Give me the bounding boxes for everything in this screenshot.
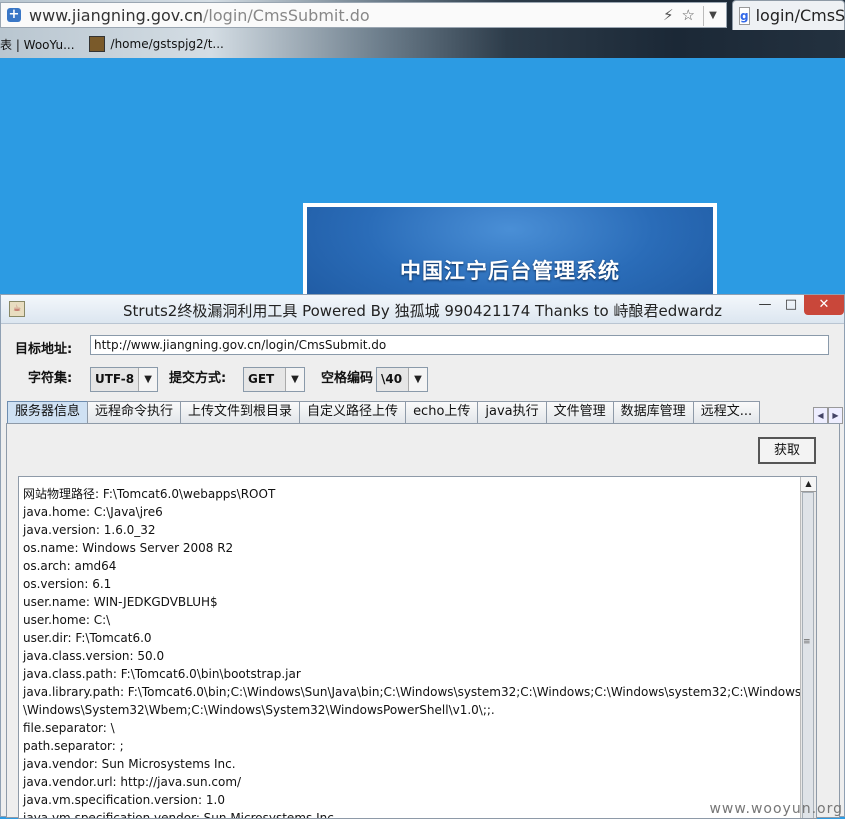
output-line: path.separator: ; [23,739,124,753]
window-title: Struts2终极漏洞利用工具 Powered By 独孤城 990421174… [123,302,722,320]
method-select[interactable]: GET ▼ [243,367,305,392]
browser-tab[interactable]: g login/CmsSubmi [732,0,845,30]
method-label: 提交方式: [169,371,227,386]
output-line: os.version: 6.1 [23,577,112,591]
tab-server-info[interactable]: 服务器信息 [7,401,89,423]
dropdown-icon[interactable]: ▼ [703,6,722,26]
folder-icon [88,36,105,52]
star-icon[interactable]: ☆ [682,6,695,26]
output-line: os.name: Windows Server 2008 R2 [23,541,234,555]
output-line: os.arch: amd64 [23,559,117,573]
output-line: java.vm.specification.vendor: Sun Micros… [23,811,338,819]
vertical-scrollbar[interactable]: ▲ ≡ [800,477,816,818]
close-button[interactable]: ✕ [804,295,844,315]
output-line: user.home: C:\ [23,613,111,627]
minimize-button[interactable]: — [752,295,778,315]
charset-label: 字符集: [28,371,73,386]
tab-echo-upload[interactable]: echo上传 [405,401,479,423]
maximize-button[interactable]: □ [778,295,804,315]
chevron-down-icon[interactable]: ▼ [409,368,427,391]
space-encoding-select[interactable]: \40 ▼ [376,367,428,392]
bookmark-item[interactable]: 列表 | WooYu... [0,36,75,53]
target-url-input[interactable]: http://www.jiangning.gov.cn/login/CmsSub… [90,335,829,355]
tab-scroll-left-icon[interactable]: ◀ [813,407,828,424]
address-bar[interactable]: + www.jiangning.gov.cn/login/CmsSubmit.d… [0,2,727,28]
output-line: 网站物理路径: F:\Tomcat6.0\webapps\ROOT [23,487,276,501]
tab-bar: 服务器信息 远程命令执行 上传文件到根目录 自定义路径上传 echo上传 jav… [7,401,761,423]
tab-remote-file[interactable]: 远程文... [692,401,761,423]
tab-custom-upload[interactable]: 自定义路径上传 [299,401,407,423]
bookmarks-bar: 列表 | WooYu... /home/gstspjg2/t... [0,32,845,56]
tab-upload-root[interactable]: 上传文件到根目录 [180,401,301,423]
output-line: java.vm.specification.version: 1.0 [23,793,225,807]
add-icon[interactable]: + [7,8,21,22]
target-label: 目标地址: [15,342,73,357]
output-line: user.name: WIN-JEDKGDVBLUH$ [23,595,218,609]
output-textarea[interactable]: 网站物理路径: F:\Tomcat6.0\webapps\ROOT java.ho… [18,476,817,819]
chevron-down-icon[interactable]: ▼ [139,368,158,391]
output-line: user.dir: F:\Tomcat6.0 [23,631,152,645]
google-icon: g [739,6,750,25]
tab-database[interactable]: 数据库管理 [612,401,694,423]
output-line: java.class.path: F:\Tomcat6.0\bin\bootst… [23,667,301,681]
output-line: file.separator: \ [23,721,115,735]
chevron-down-icon[interactable]: ▼ [286,368,304,391]
output-line: java.class.version: 50.0 [23,649,165,663]
output-line: java.version: 1.6.0_32 [23,523,156,537]
tab-java-exec[interactable]: java执行 [477,401,547,423]
output-line: java.home: C:\Java\jre6 [23,505,163,519]
fetch-button[interactable]: 获取 [758,437,816,464]
tab-file-manager[interactable]: 文件管理 [545,401,614,423]
browser-toolbar: + www.jiangning.gov.cn/login/CmsSubmit.d… [0,0,845,58]
tool-window: ☕ Struts2终极漏洞利用工具 Powered By 独孤城 9904211… [0,294,845,819]
watermark: www.wooyun.org [709,801,843,817]
lightning-icon[interactable]: ⚡ [663,6,674,26]
charset-select[interactable]: UTF-8 ▼ [90,367,159,392]
window-titlebar[interactable]: ☕ Struts2终极漏洞利用工具 Powered By 独孤城 9904211… [1,295,844,324]
scroll-up-icon[interactable]: ▲ [801,477,816,492]
output-line: \Windows\System32\Wbem;C:\Windows\System… [23,703,495,717]
space-encoding-label: 空格编码 [321,371,374,386]
tab-scroll-right-icon[interactable]: ▶ [828,407,843,424]
output-lines: 网站物理路径: F:\Tomcat6.0\webapps\ROOT java.ho… [23,485,817,819]
grip-icon: ≡ [803,637,811,647]
tab-remote-command[interactable]: 远程命令执行 [87,401,182,423]
output-line: java.vendor.url: http://java.sun.com/ [23,775,242,789]
server-info-panel: 获取 网站物理路径: F:\Tomcat6.0\webapps\ROOT java… [6,423,840,819]
tab-title: login/CmsSubmi [755,6,845,25]
output-line: java.vendor: Sun Microsystems Inc. [23,757,236,771]
output-line: java.library.path: F:\Tomcat6.0\bin;C:\W… [23,685,817,699]
scroll-thumb[interactable] [802,492,814,818]
bookmark-item[interactable]: /home/gstspjg2/t... [88,36,224,52]
address-url[interactable]: www.jiangning.gov.cn/login/CmsSubmit.do [29,6,370,25]
